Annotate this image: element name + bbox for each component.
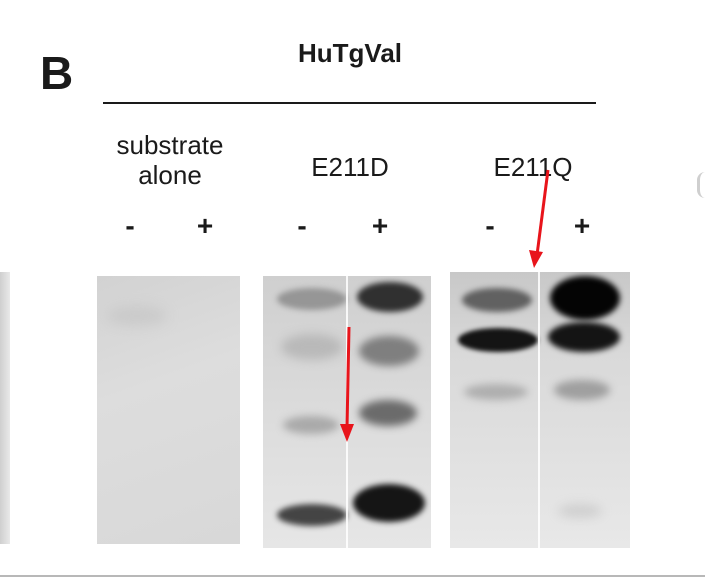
red-arrow-e211d [345, 326, 351, 429]
bottom-border [0, 575, 705, 577]
red-arrow-e211q [535, 169, 550, 256]
red-arrowhead-e211d [340, 424, 354, 442]
red-arrowhead-e211q [529, 250, 543, 268]
annotation-arrows [340, 169, 550, 442]
